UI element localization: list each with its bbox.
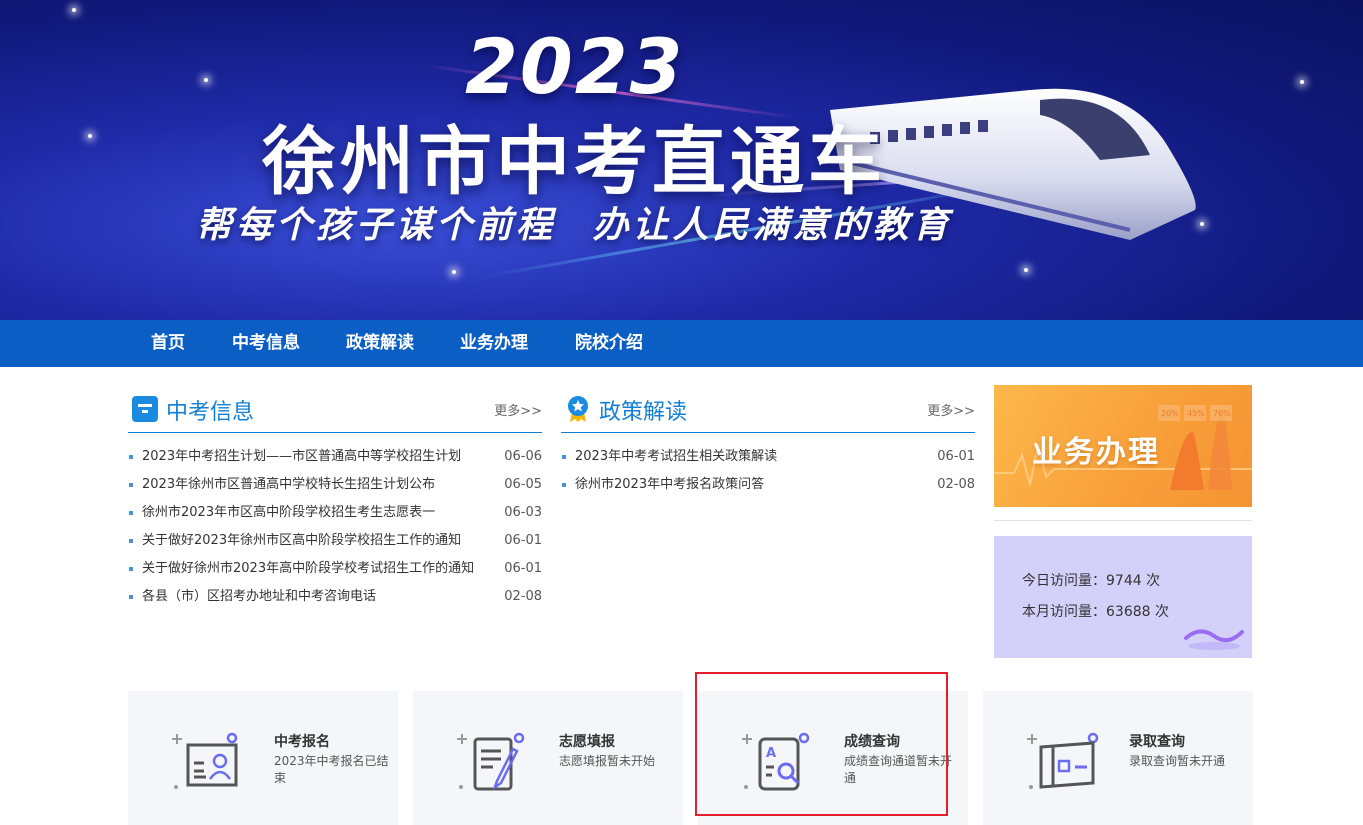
more-link[interactable]: 更多>> bbox=[927, 400, 975, 419]
visit-stats: 今日访问量：9744 次 本月访问量：63688 次 bbox=[994, 536, 1252, 658]
news-list: 2023年中考考试招生相关政策解读 06-01 徐州市2023年中考报名政策问答 0… bbox=[561, 433, 975, 499]
card-admission-query[interactable]: 录取查询 录取查询暂未开通 bbox=[983, 691, 1253, 825]
panel-title: 中考信息 bbox=[166, 400, 255, 425]
list-item[interactable]: 关于做好2023年徐州市区高中阶段学校招生工作的通知 06-01 bbox=[128, 527, 542, 555]
card-desc: 录取查询暂未开通 bbox=[1129, 754, 1226, 768]
month-visits: 本月访问量：63688 次 bbox=[1022, 604, 1169, 620]
card-registration[interactable]: 中考报名 2023年中考报名已结束 bbox=[128, 691, 398, 825]
business-banner[interactable]: 20% 45% 76% 业务办理 bbox=[994, 385, 1252, 507]
sparkle-icon bbox=[452, 270, 456, 274]
list-item[interactable]: 2023年中考考试招生相关政策解读 06-01 bbox=[561, 443, 975, 471]
chart-badge: 45% bbox=[1187, 409, 1205, 418]
panel-header: 政策解读 更多>> bbox=[561, 384, 975, 433]
svg-text:A: A bbox=[766, 746, 776, 761]
chart-badge: 20% bbox=[1161, 409, 1179, 418]
more-link[interactable]: 更多>> bbox=[494, 400, 542, 419]
list-item[interactable]: 关于做好徐州市2023年高中阶段学校考试招生工作的通知 06-01 bbox=[128, 555, 542, 583]
card-title: 志愿填报 bbox=[559, 734, 615, 750]
exam-info-panel: 中考信息 更多>> 2023年中考招生计划——市区普通高中等学校招生计划 06-0… bbox=[128, 384, 542, 611]
list-item[interactable]: 徐州市2023年中考报名政策问答 02-08 bbox=[561, 471, 975, 499]
banner-title: 徐州市中考直通车 bbox=[262, 119, 886, 205]
nav-item-policy[interactable]: 政策解读 bbox=[346, 320, 414, 367]
form-pen-icon bbox=[457, 732, 525, 791]
card-volunteer[interactable]: 志愿填报 志愿填报暂未开始 bbox=[413, 691, 683, 825]
news-list: 2023年中考招生计划——市区普通高中等学校招生计划 06-06 2023年徐州市… bbox=[128, 433, 542, 611]
nav-item-schools[interactable]: 院校介绍 bbox=[575, 320, 643, 367]
folder-icon bbox=[132, 396, 158, 422]
award-badge-icon bbox=[568, 396, 588, 422]
registration-form-icon bbox=[172, 732, 238, 789]
card-desc: 志愿填报暂未开始 bbox=[559, 754, 656, 768]
list-item[interactable]: 各县（市）区招考办地址和中考咨询电话 02-08 bbox=[128, 583, 542, 611]
nav-item-home[interactable]: 首页 bbox=[151, 320, 185, 367]
nav-item-business[interactable]: 业务办理 bbox=[460, 320, 528, 367]
sparkle-icon bbox=[88, 134, 92, 138]
list-item[interactable]: 2023年徐州市区普通高中学校特长生招生计划公布 06-05 bbox=[128, 471, 542, 499]
list-item[interactable]: 徐州市2023年市区高中阶段学校招生考生志愿表一 06-03 bbox=[128, 499, 542, 527]
card-score-query[interactable]: A 成绩查询 成绩查询通道暂未开通 bbox=[698, 691, 968, 825]
card-title: 中考报名 bbox=[274, 734, 330, 750]
sparkle-icon bbox=[204, 78, 208, 82]
card-title: 成绩查询 bbox=[844, 734, 900, 750]
banner-year: 2023 bbox=[465, 22, 685, 111]
card-title: 录取查询 bbox=[1129, 734, 1185, 750]
wave-icon bbox=[1184, 629, 1244, 650]
sparkle-icon bbox=[1300, 80, 1304, 84]
card-desc: 成绩查询通道暂未开通 bbox=[844, 754, 953, 785]
chart-badge: 76% bbox=[1213, 409, 1231, 418]
sparkle-icon bbox=[72, 8, 76, 12]
main-nav: 首页 中考信息 政策解读 业务办理 院校介绍 bbox=[0, 320, 1363, 367]
card-desc: 2023年中考报名已结束 bbox=[274, 754, 389, 785]
today-visits: 今日访问量：9744 次 bbox=[1022, 573, 1161, 589]
admission-card-icon bbox=[1027, 732, 1099, 789]
panel-header: 中考信息 更多>> bbox=[128, 384, 542, 433]
list-item[interactable]: 2023年中考招生计划——市区普通高中等学校招生计划 06-06 bbox=[128, 443, 542, 471]
score-search-icon: A bbox=[742, 732, 810, 791]
business-label: 业务办理 bbox=[1032, 435, 1160, 470]
sidebar-divider bbox=[994, 520, 1252, 521]
nav-item-exam-info[interactable]: 中考信息 bbox=[232, 320, 300, 367]
banner-slogan: 帮每个孩子谋个前程 办让人民满意的教育 bbox=[196, 205, 953, 246]
panel-title: 政策解读 bbox=[599, 400, 688, 425]
hero-banner: 2023 徐州市中考直通车 帮每个孩子谋个前程 办让人民满意的教育 bbox=[0, 0, 1363, 320]
policy-panel: 政策解读 更多>> 2023年中考考试招生相关政策解读 06-01 徐州市2023… bbox=[561, 384, 975, 499]
